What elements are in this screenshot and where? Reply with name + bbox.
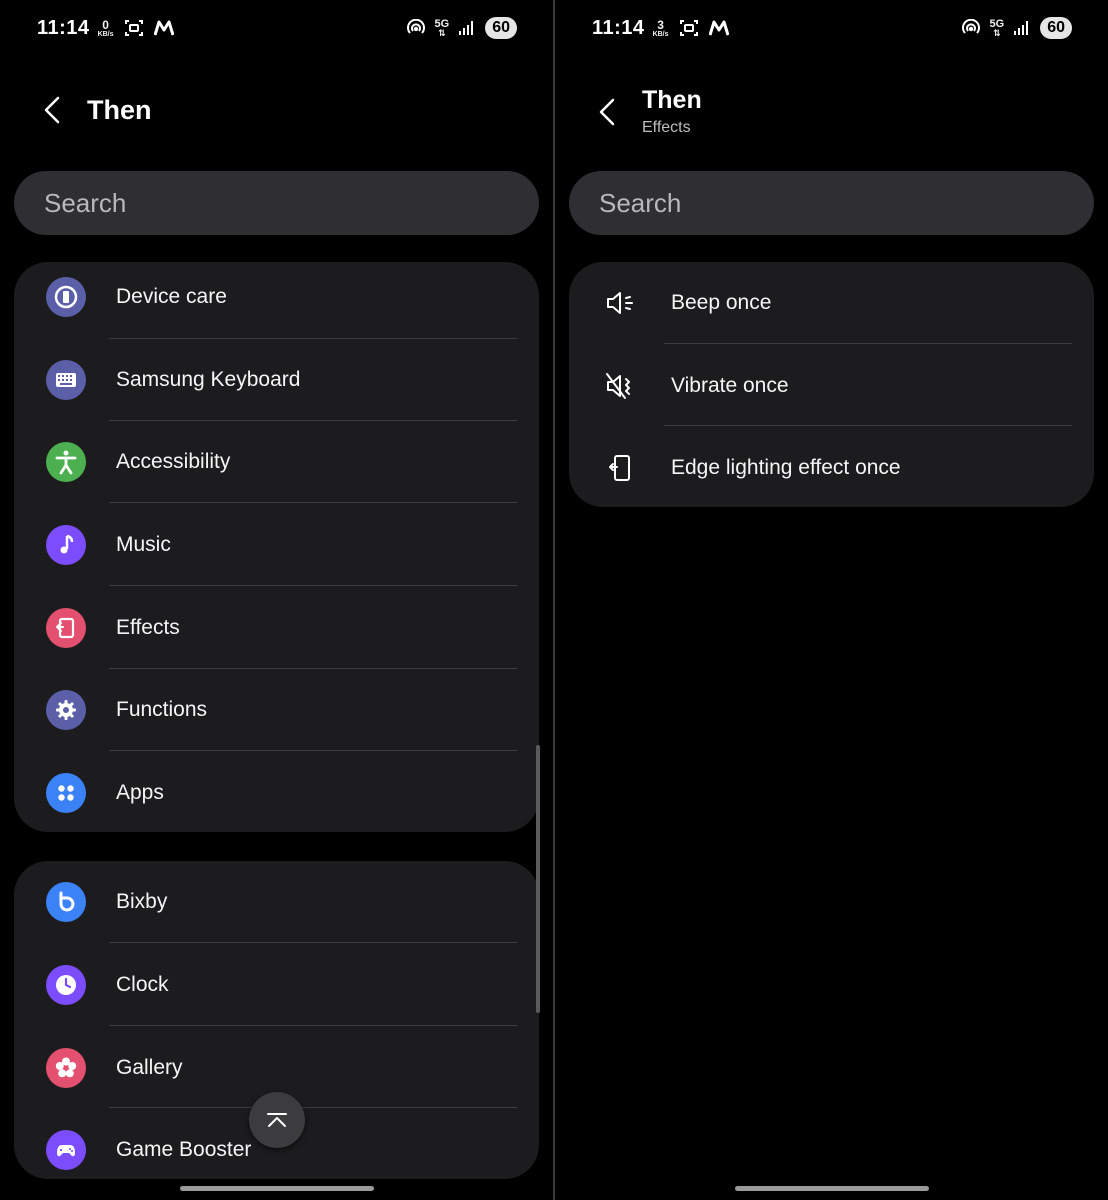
page-title: Then (87, 94, 152, 125)
gear-icon (46, 690, 86, 730)
gamepad-icon (46, 1130, 86, 1170)
search-input[interactable]: Search (14, 171, 539, 235)
chevron-up-icon (267, 1113, 287, 1127)
list-item-edge-lighting[interactable]: Edge lighting effect once (569, 427, 1094, 507)
home-indicator[interactable] (735, 1186, 929, 1191)
page-title: Then (642, 86, 702, 114)
network-type: 5G ⇅ (434, 17, 450, 38)
page-header: Then (40, 90, 152, 130)
device-care-icon (46, 277, 86, 317)
effects-list-card: Beep once Vibrate once Edge lighting eff… (569, 262, 1094, 507)
page-header: Then Effects (595, 86, 702, 137)
page-subtitle: Effects (642, 119, 691, 136)
list-item-clock[interactable]: Clock (14, 944, 539, 1026)
hotspot-icon (406, 19, 425, 37)
effects-icon (46, 608, 86, 648)
speaker-icon (603, 286, 637, 320)
signal-icon (459, 21, 475, 35)
divider (109, 750, 517, 751)
list-item-samsung-keyboard[interactable]: Samsung Keyboard (14, 339, 539, 421)
left-screen: 11:14 0 KB/s 5G ⇅ 60 Then Search Device … (0, 0, 553, 1200)
divider (664, 343, 1072, 344)
keyboard-icon (46, 360, 86, 400)
accessibility-icon (46, 442, 86, 482)
back-button[interactable] (40, 90, 64, 130)
divider (109, 1107, 517, 1108)
list-item-vibrate-once[interactable]: Vibrate once (569, 345, 1094, 427)
scroll-to-top-button[interactable] (249, 1092, 305, 1148)
battery-indicator: 60 (1040, 17, 1072, 39)
m-app-icon (708, 20, 729, 36)
bixby-icon (46, 882, 86, 922)
list-item-apps[interactable]: Apps (14, 752, 539, 832)
clock-icon (46, 965, 86, 1005)
search-input[interactable]: Search (569, 171, 1094, 235)
list-item-bixby[interactable]: Bixby (14, 861, 539, 943)
divider (109, 1025, 517, 1026)
divider (109, 585, 517, 586)
network-type: 5G ⇅ (989, 17, 1005, 38)
vibrate-icon (603, 369, 637, 403)
screenshot-icon (679, 18, 699, 38)
app-list-card: Device care Samsung Keyboard Accessibili… (14, 262, 539, 832)
scrollbar[interactable] (536, 745, 540, 1013)
status-time: 11:14 (592, 16, 645, 39)
signal-icon (1014, 21, 1030, 35)
m-app-icon (153, 20, 174, 36)
status-bar: 11:14 3 KB/s 5G ⇅ 60 (592, 12, 1072, 44)
divider (109, 502, 517, 503)
chevron-left-icon (44, 96, 60, 124)
edge-lighting-icon (603, 451, 637, 485)
list-item-effects[interactable]: Effects (14, 587, 539, 669)
list-item-device-care[interactable]: Device care (14, 262, 539, 338)
back-button[interactable] (595, 92, 619, 132)
chevron-left-icon (599, 98, 615, 125)
divider (109, 942, 517, 943)
list-item-accessibility[interactable]: Accessibility (14, 421, 539, 503)
music-note-icon (46, 525, 86, 565)
list-item-music[interactable]: Music (14, 504, 539, 586)
right-screen: 11:14 3 KB/s 5G ⇅ 60 Then Effects Search… (555, 0, 1108, 1200)
flower-icon (46, 1048, 86, 1088)
list-item-beep-once[interactable]: Beep once (569, 262, 1094, 344)
divider (664, 425, 1072, 426)
hotspot-icon (961, 19, 980, 37)
status-time: 11:14 (37, 16, 90, 39)
screenshot-icon (124, 18, 144, 38)
list-item-functions[interactable]: Functions (14, 669, 539, 751)
status-bar: 11:14 0 KB/s 5G ⇅ 60 (37, 12, 517, 44)
home-indicator[interactable] (180, 1186, 374, 1191)
network-speed: 3 KB/s (652, 17, 669, 38)
network-speed: 0 KB/s (97, 17, 114, 38)
battery-indicator: 60 (485, 17, 517, 39)
apps-grid-icon (46, 773, 86, 813)
